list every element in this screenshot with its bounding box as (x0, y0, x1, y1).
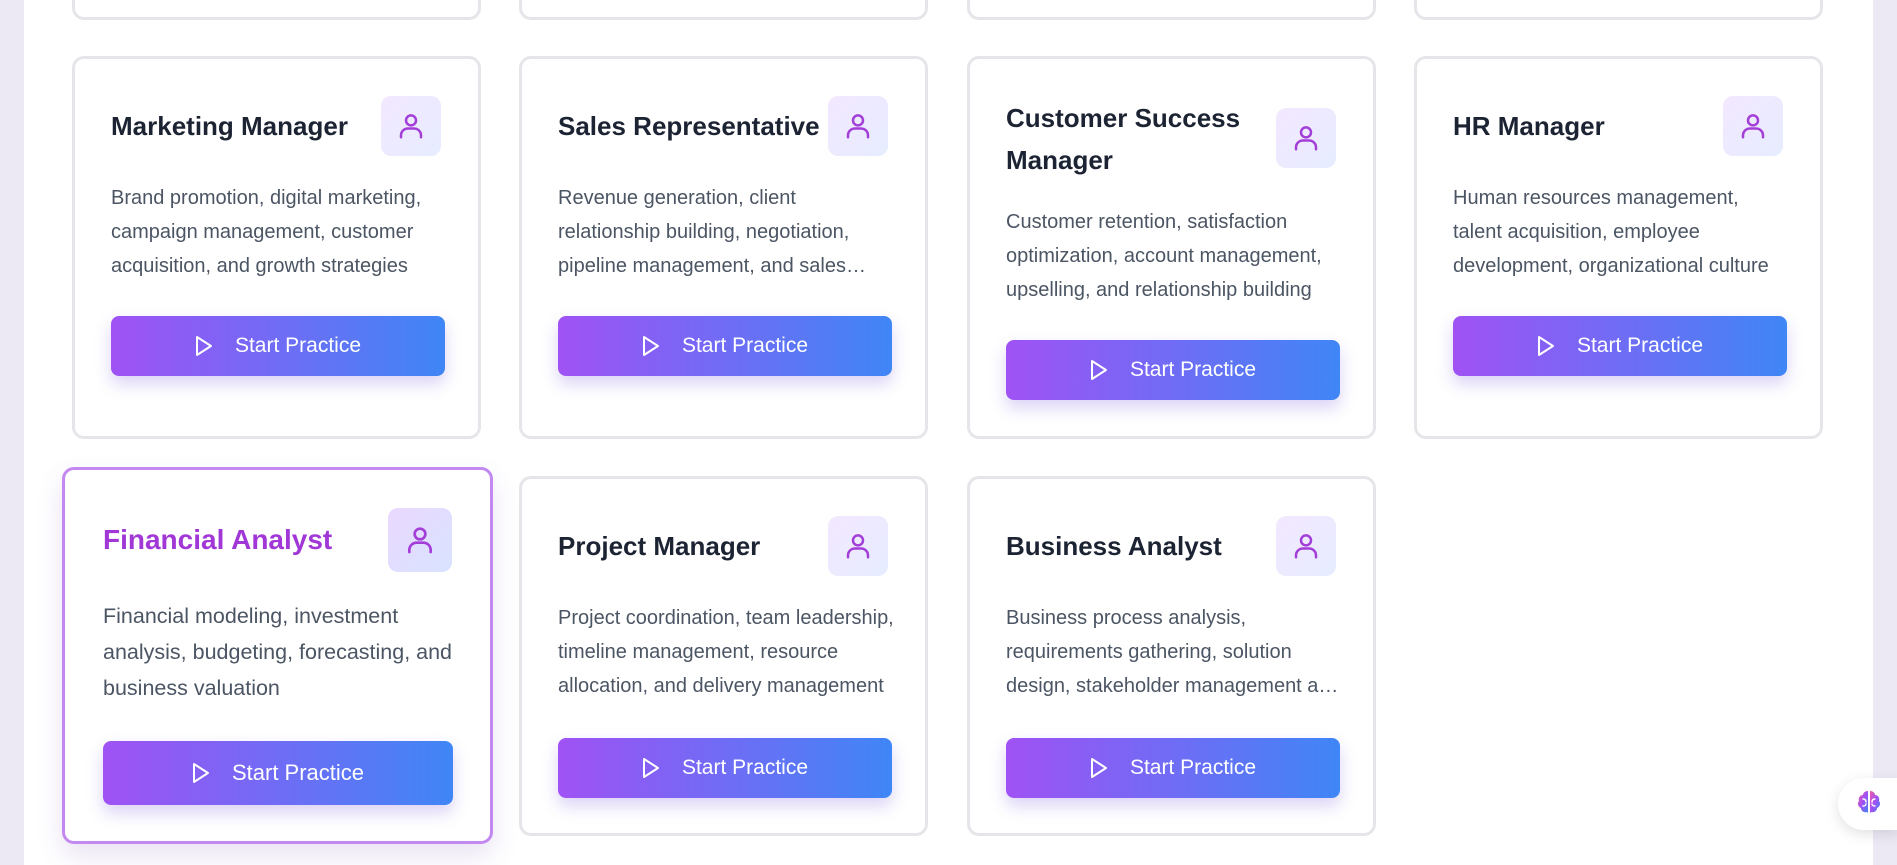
role-description: Revenue generation, client relationship … (558, 187, 850, 277)
role-title: Marketing Manager (111, 111, 348, 141)
role-card-project-manager[interactable]: Project Manager Project coordination, te… (519, 476, 928, 836)
role-card-financial-analyst[interactable]: Financial Analyst Financial modeling, in… (62, 467, 493, 844)
main-panel: Marketing Manager Brand promotion, digit… (24, 0, 1873, 865)
button-label: Start Practice (1129, 756, 1257, 779)
play-icon (1090, 359, 1108, 381)
role-title: Project Manager (558, 531, 761, 561)
play-icon (642, 757, 660, 779)
ai-assistant-button[interactable] (1838, 778, 1897, 830)
play-icon (192, 762, 210, 784)
role-title: HR Manager (1453, 111, 1605, 141)
start-practice-button[interactable]: Start Practice (1006, 340, 1340, 400)
brain-icon (1854, 787, 1884, 822)
role-description: Financial modeling, investment analysis,… (103, 604, 453, 700)
play-icon (642, 335, 660, 357)
button-label: Start Practice (1129, 358, 1257, 381)
role-description: Customer retention, satisfaction optimiz… (1006, 211, 1322, 301)
role-title: Financial Analyst (103, 524, 333, 555)
user-icon (1276, 108, 1336, 168)
previous-row-card[interactable] (519, 0, 928, 20)
role-description: Brand promotion, digital marketing, camp… (111, 187, 422, 277)
role-card-customer-success-manager[interactable]: Customer Success Manager Customer retent… (967, 56, 1376, 439)
user-icon (388, 508, 452, 572)
role-card-marketing-manager[interactable]: Marketing Manager Brand promotion, digit… (72, 56, 481, 439)
user-icon (1723, 96, 1783, 156)
previous-row-card[interactable] (1414, 0, 1823, 20)
button-label: Start Practice (231, 760, 365, 785)
button-label: Start Practice (681, 334, 809, 357)
role-title: Customer Success Manager (1006, 103, 1241, 175)
previous-row-card[interactable] (72, 0, 481, 20)
role-card-sales-representative[interactable]: Sales Representative Revenue generation,… (519, 56, 928, 439)
start-practice-button[interactable]: Start Practice (558, 316, 892, 376)
user-icon (828, 516, 888, 576)
role-card-business-analyst[interactable]: Business Analyst Business process analys… (967, 476, 1376, 836)
user-icon (828, 96, 888, 156)
play-icon (1090, 757, 1108, 779)
start-practice-button[interactable]: Start Practice (1453, 316, 1787, 376)
button-label: Start Practice (1576, 334, 1704, 357)
start-practice-button[interactable]: Start Practice (1006, 738, 1340, 798)
play-icon (195, 335, 213, 357)
start-practice-button[interactable]: Start Practice (103, 741, 453, 805)
role-description: Project coordination, team leadership, t… (558, 607, 894, 697)
role-description: Business process analysis, requirements … (1006, 607, 1341, 697)
start-practice-button[interactable]: Start Practice (111, 316, 445, 376)
role-description: Human resources management, talent acqui… (1453, 187, 1769, 277)
role-title: Sales Representative (558, 111, 820, 141)
start-practice-button[interactable]: Start Practice (558, 738, 892, 798)
role-card-hr-manager[interactable]: HR Manager Human resources management, t… (1414, 56, 1823, 439)
role-title: Business Analyst (1006, 531, 1222, 561)
user-icon (381, 96, 441, 156)
previous-row-card[interactable] (967, 0, 1376, 20)
user-icon (1276, 516, 1336, 576)
button-label: Start Practice (234, 334, 362, 357)
play-icon (1537, 335, 1555, 357)
button-label: Start Practice (681, 756, 809, 779)
